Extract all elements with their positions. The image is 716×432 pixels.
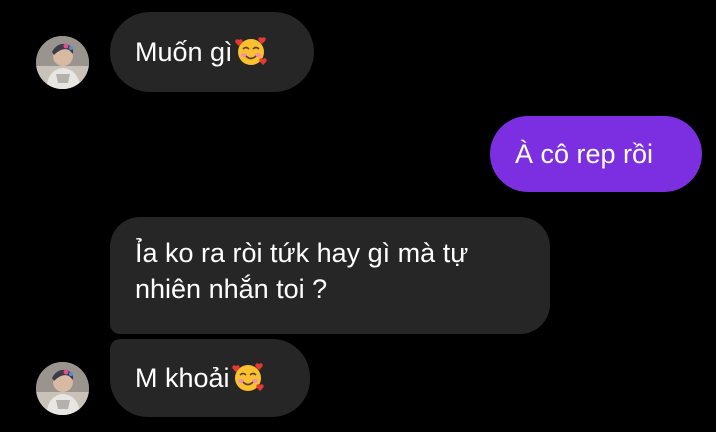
smiling-face-with-hearts-icon	[234, 35, 268, 76]
message-bubble-incoming[interactable]: Muốn gì	[110, 12, 314, 92]
avatar-photo	[36, 36, 89, 89]
message-bubble-outgoing[interactable]: À cô rep rồi	[490, 116, 702, 192]
message-text: Ỉa ko ra ròi tứk hay gì mà tự nhiên nhắn…	[135, 238, 469, 304]
contact-avatar[interactable]	[36, 36, 89, 89]
message-text: Muốn gì	[135, 37, 233, 67]
message-text: À cô rep rồi	[515, 139, 654, 169]
message-bubble-incoming[interactable]: Ỉa ko ra ròi tứk hay gì mà tự nhiên nhắn…	[110, 217, 550, 334]
message-bubble-incoming[interactable]: M khoải	[110, 339, 310, 417]
avatar-photo	[36, 362, 89, 415]
message-text: M khoải	[135, 363, 230, 393]
smiling-face-with-hearts-icon	[231, 361, 265, 402]
contact-avatar[interactable]	[36, 362, 89, 415]
